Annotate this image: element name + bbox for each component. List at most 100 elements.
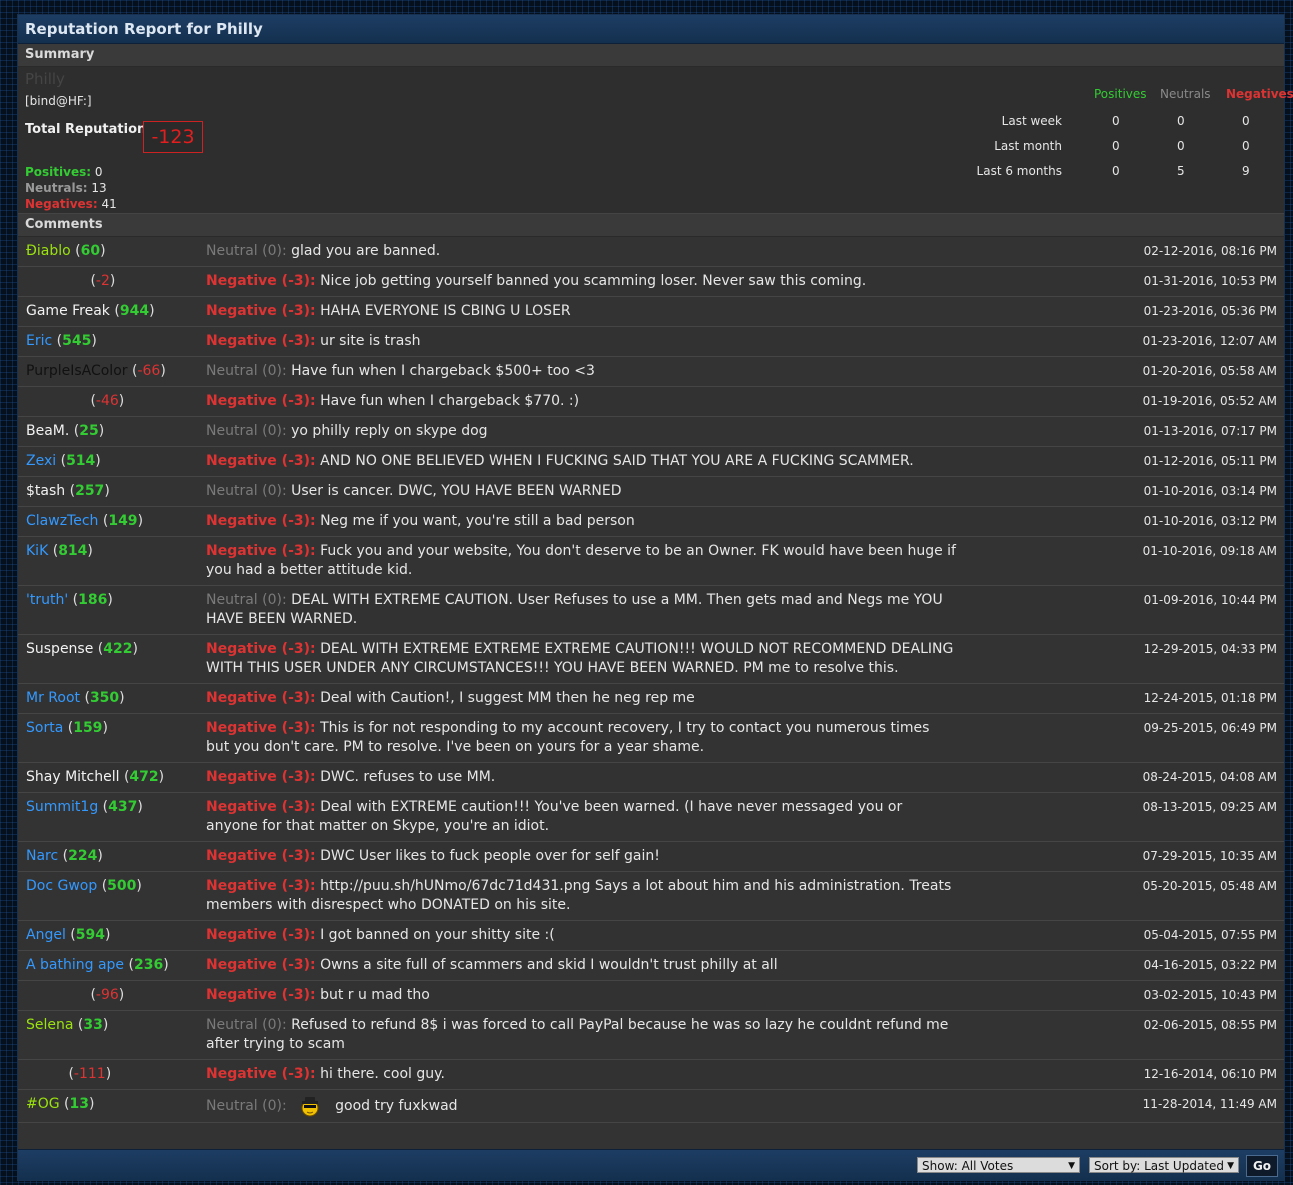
paren: ( (58, 848, 69, 864)
author-name-link[interactable]: Doc Gwop (26, 878, 97, 894)
comment-author: #OG (13) (26, 1095, 94, 1114)
author-name-link[interactable]: Suspense (26, 641, 93, 657)
author-name-link[interactable]: Mr Root (26, 690, 80, 706)
author-name-link[interactable]: Selena (26, 1017, 73, 1033)
paren: ) (163, 957, 169, 973)
comment-author: ClawzTech (149) (26, 512, 143, 531)
author-reputation[interactable]: 149 (108, 513, 137, 529)
show-votes-select[interactable]: Show: All Votes ▼ (917, 1157, 1080, 1173)
sort-by-select[interactable]: Sort by: Last Updated ▼ (1089, 1157, 1239, 1173)
author-reputation[interactable]: 236 (134, 957, 163, 973)
comment-text: HAHA EVERYONE IS CBING U LOSER (320, 303, 571, 319)
comment-date: 04-16-2015, 03:22 PM (1143, 958, 1277, 972)
author-name-link[interactable]: KiK (26, 543, 48, 559)
stats-cell: 0 (1242, 114, 1250, 128)
paren: ( (52, 333, 63, 349)
author-reputation[interactable]: 500 (107, 878, 136, 894)
author-name-link[interactable]: PurpleIsAColor (26, 363, 128, 379)
comment-date: 01-10-2016, 03:14 PM (1143, 484, 1277, 498)
comment-text: but r u mad tho (320, 987, 430, 1003)
author-reputation[interactable]: 159 (73, 720, 102, 736)
author-name-link[interactable]: Zexi (26, 453, 56, 469)
stats-row-last-6-months: Last 6 months 0 5 9 (964, 164, 1284, 189)
paren: ( (73, 1017, 84, 1033)
author-reputation[interactable]: 257 (75, 483, 104, 499)
author-reputation[interactable]: 437 (108, 799, 137, 815)
stats-row-last-week: Last week 0 0 0 (964, 114, 1284, 139)
author-name-link[interactable]: 'truth' (26, 592, 68, 608)
author-name-link[interactable]: BeaM. (26, 423, 69, 439)
author-reputation[interactable]: 514 (66, 453, 95, 469)
author-reputation[interactable]: 594 (76, 927, 105, 943)
comment-row: (-46) Negative (-3): Have fun when I char… (18, 387, 1284, 417)
positives-label: Positives: (25, 165, 92, 179)
author-reputation[interactable]: 224 (68, 848, 97, 864)
comment-row: Mr Root (350) Negative (-3): Deal with Ca… (18, 684, 1284, 714)
author-name-link[interactable]: Narc (26, 848, 58, 864)
go-button[interactable]: Go (1246, 1155, 1278, 1177)
author-reputation[interactable]: 25 (79, 423, 98, 439)
author-reputation[interactable]: 472 (129, 769, 158, 785)
total-reputation-value: -123 (143, 121, 203, 153)
author-name-link[interactable]: ClawzTech (26, 513, 98, 529)
reputation-counts: Positives: 0 Neutrals: 13 Negatives: 41 (25, 164, 117, 212)
author-name-link[interactable]: Summit1g (26, 799, 98, 815)
comment-row: 'truth' (186) Neutral (0): DEAL WITH EXTR… (18, 586, 1284, 635)
author-reputation[interactable]: 944 (120, 303, 149, 319)
paren: ( (80, 690, 90, 706)
author-name-link[interactable]: $tash (26, 483, 65, 499)
paren: ) (97, 848, 103, 864)
summary-header: Summary (18, 44, 1284, 67)
negatives-value: 41 (101, 197, 117, 211)
paren: ) (132, 641, 138, 657)
paren: ( (65, 483, 76, 499)
vote-label: Neutral (0): (206, 483, 287, 499)
author-reputation[interactable]: 60 (81, 243, 100, 259)
comment-text: Nice job getting yourself banned you sca… (320, 273, 867, 289)
author-name-link[interactable]: Ðiablo (26, 243, 71, 259)
author-reputation[interactable]: -66 (137, 363, 160, 379)
comment-text: http://puu.sh/hUNmo/67dc71d431.png Says … (206, 878, 952, 913)
comment-body: Neutral (0): Have fun when I chargeback … (206, 362, 956, 381)
comment-text: Owns a site full of scammers and skid I … (320, 957, 778, 973)
author-reputation[interactable]: 186 (78, 592, 107, 608)
comment-body: Neutral (0): yo philly reply on skype do… (206, 422, 956, 441)
paren: ) (119, 690, 125, 706)
author-reputation[interactable]: 350 (90, 690, 119, 706)
paren: ( (127, 363, 138, 379)
author-name-link[interactable]: #OG (26, 1096, 60, 1112)
neutrals-label: Neutrals: (25, 181, 88, 195)
author-name-link[interactable]: Angel (26, 927, 66, 943)
author-name-link[interactable]: Sorta (26, 720, 63, 736)
author-name-link[interactable]: Game Freak (26, 303, 110, 319)
paren: ( (63, 720, 74, 736)
author-reputation[interactable]: -96 (96, 987, 119, 1003)
comment-body: Negative (-3): DWC. refuses to use MM. (206, 768, 956, 787)
author-reputation[interactable]: -2 (96, 273, 110, 289)
comment-body: Neutral (0): DEAL WITH EXTREME CAUTION. … (206, 591, 956, 629)
author-reputation[interactable]: 422 (103, 641, 132, 657)
author-name-link[interactable]: Shay Mitchell (26, 769, 120, 785)
author-reputation[interactable]: -111 (74, 1066, 106, 1082)
vote-label: Negative (-3): (206, 769, 316, 785)
comment-author: $tash (257) (26, 482, 110, 501)
author-reputation[interactable]: 545 (62, 333, 91, 349)
comment-row: Eric (545) Negative (-3): ur site is tras… (18, 327, 1284, 357)
author-reputation[interactable]: 814 (58, 543, 87, 559)
author-reputation[interactable]: -46 (96, 393, 119, 409)
paren: ) (105, 927, 111, 943)
vote-label: Neutral (0): (206, 592, 287, 608)
paren: ( (59, 1096, 70, 1112)
comment-text: Have fun when I chargeback $500+ too <3 (291, 363, 595, 379)
comment-date: 08-13-2015, 09:25 AM (1142, 800, 1277, 814)
paren: ) (91, 333, 97, 349)
comment-body: Neutral (0): User is cancer. DWC, YOU HA… (206, 482, 956, 501)
comment-text: yo philly reply on skype dog (291, 423, 488, 439)
paren: ) (137, 513, 144, 529)
comments-header: Comments (18, 214, 1284, 237)
chevron-down-icon: ▼ (1068, 1161, 1075, 1171)
author-name-link[interactable]: A bathing ape (26, 957, 124, 973)
author-name-link[interactable]: Eric (26, 333, 52, 349)
author-reputation[interactable]: 33 (83, 1017, 102, 1033)
author-reputation[interactable]: 13 (70, 1096, 89, 1112)
